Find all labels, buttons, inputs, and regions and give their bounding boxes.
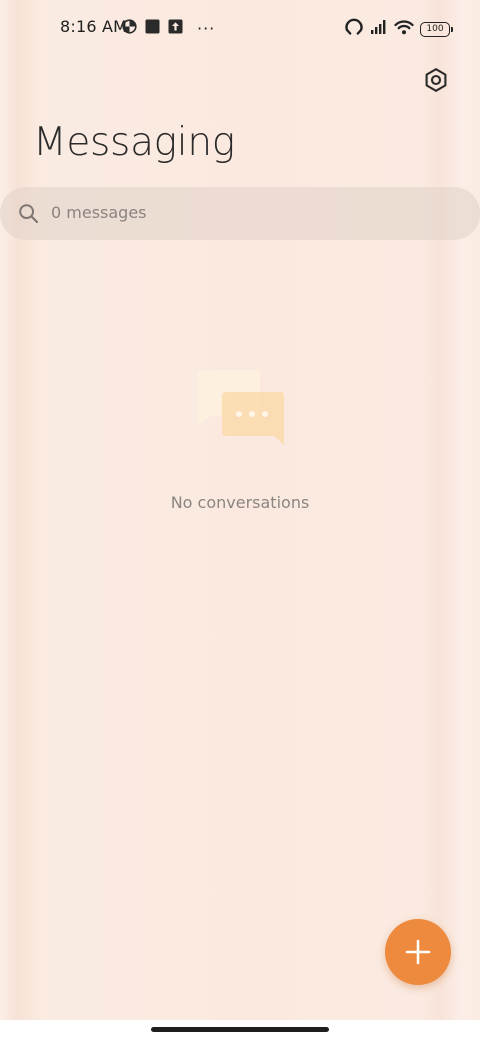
empty-state-message: No conversations [170, 493, 310, 512]
battery-icon: 100 [420, 21, 453, 37]
home-indicator[interactable] [151, 1027, 329, 1032]
data-saver-icon [122, 19, 137, 38]
settings-button[interactable] [418, 62, 454, 98]
chat-bubbles-icon [194, 368, 286, 452]
square-notification-icon [145, 19, 160, 38]
upload-notification-icon [168, 19, 183, 38]
settings-icon [425, 68, 447, 92]
more-notifications-icon: ··· [197, 19, 216, 38]
search-placeholder: 0 messages [51, 203, 147, 222]
search-icon [18, 203, 39, 228]
plus-icon [405, 939, 431, 965]
status-time: 8:16 AM [60, 17, 128, 36]
new-conversation-button[interactable] [385, 919, 451, 985]
signal-icon [370, 19, 388, 39]
search-bar[interactable]: 0 messages [0, 187, 480, 240]
page-title: Messaging [33, 120, 235, 165]
status-bar: 8:16 AM ··· 100 [0, 0, 480, 56]
wifi-icon [394, 19, 414, 39]
hotspot-icon [344, 18, 364, 40]
notification-icons: ··· [122, 19, 215, 38]
system-icons: 100 [344, 18, 453, 40]
